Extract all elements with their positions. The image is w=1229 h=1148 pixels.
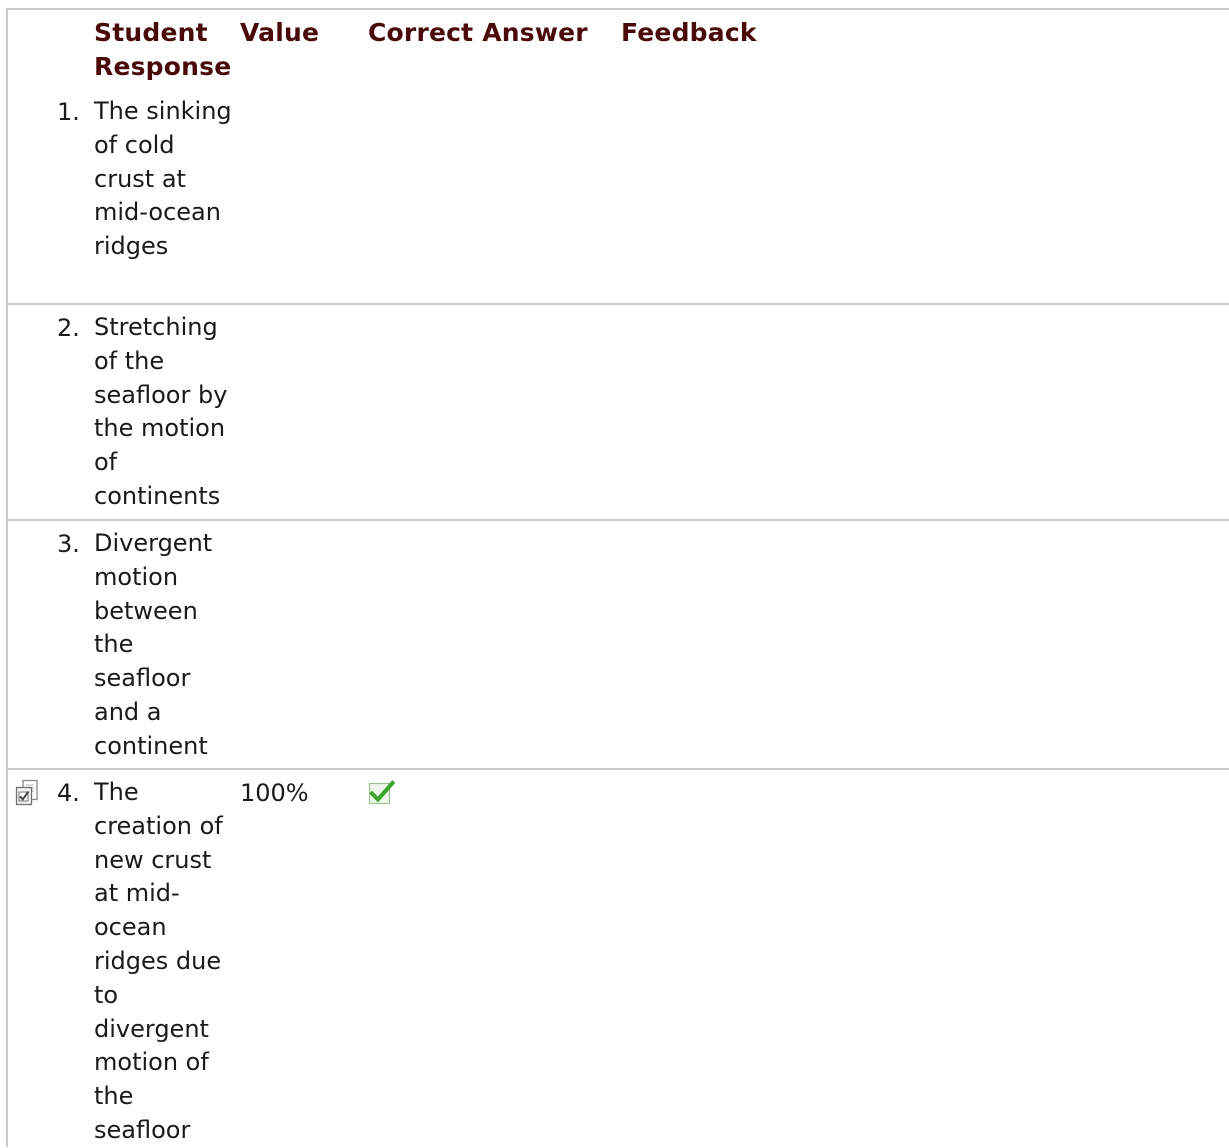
row-divider [6,768,1229,770]
row-divider [6,519,1229,521]
student-response-text: The creation of new crust at mid-ocean r… [94,778,223,1144]
student-response-text: Divergent motion between the seafloor an… [94,529,213,760]
header-feedback: Feedback [621,18,757,47]
row-number: 2. [57,314,80,342]
header-student-response: Student Response [94,18,232,81]
row-number: 4. [57,779,80,807]
green-checkmark-icon [368,780,395,805]
student-response-text: Stretching of the seafloor by the motion… [94,313,228,510]
student-response-text: The sinking of cold crust at mid-ocean r… [94,97,232,261]
header-correct-answer: Correct Answer [368,18,588,47]
row-divider [6,303,1229,305]
header-value: Value [240,18,320,47]
response-value: 100% [240,779,309,807]
row-number: 1. [57,98,80,126]
row-number: 3. [57,530,80,558]
document-check-icon [15,779,38,806]
